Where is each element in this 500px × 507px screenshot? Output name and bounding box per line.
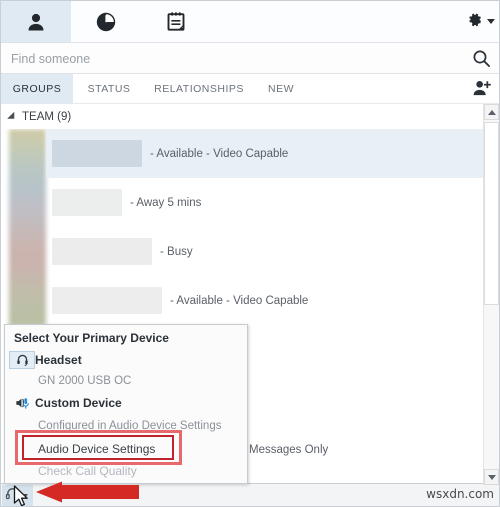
toolbar-contacts-button[interactable] bbox=[1, 1, 71, 42]
expand-triangle-icon bbox=[7, 111, 18, 122]
contact-list-item[interactable]: - Available - Video Capable bbox=[46, 129, 485, 178]
menu-item-headset[interactable]: Headset bbox=[5, 350, 247, 369]
headset-icon bbox=[9, 350, 35, 369]
search-input[interactable] bbox=[9, 43, 453, 75]
clock-icon bbox=[95, 11, 117, 33]
tab-status[interactable]: STATUS bbox=[73, 74, 145, 103]
tab-bar: GROUPS STATUS RELATIONSHIPS NEW bbox=[1, 74, 499, 104]
contact-status-partial: Messages Only bbox=[249, 444, 329, 456]
contact-status: - Away 5 mins bbox=[130, 196, 202, 209]
scroll-down-button[interactable] bbox=[484, 469, 499, 485]
speaker-mic-icon bbox=[9, 396, 35, 410]
device-model-label: GN 2000 USB OC bbox=[38, 374, 132, 387]
menu-item-custom-device[interactable]: Custom Device bbox=[5, 393, 247, 412]
settings-button[interactable] bbox=[466, 1, 495, 42]
chevron-down-icon bbox=[487, 474, 496, 480]
toolbar-notes-button[interactable] bbox=[141, 1, 211, 42]
menu-item-label: Headset bbox=[35, 352, 82, 367]
group-header-team[interactable]: TEAM (9) bbox=[1, 104, 485, 129]
menu-item-label: Check Call Quality bbox=[38, 463, 137, 478]
contact-list-item[interactable]: - Busy bbox=[46, 227, 485, 276]
annotation-highlight-box bbox=[22, 435, 174, 460]
tab-groups[interactable]: GROUPS bbox=[1, 74, 73, 103]
contact-list-scrollbar[interactable] bbox=[483, 104, 499, 485]
contact-status: - Busy bbox=[160, 245, 193, 258]
tab-new[interactable]: NEW bbox=[253, 74, 309, 103]
annotation-arrow bbox=[33, 481, 141, 506]
tab-relationships[interactable]: RELATIONSHIPS bbox=[145, 74, 253, 103]
contact-status: - Available - Video Capable bbox=[170, 294, 309, 307]
top-toolbar bbox=[1, 1, 499, 43]
search-bar bbox=[1, 43, 499, 75]
chevron-down-icon bbox=[487, 19, 495, 24]
avatar-strip bbox=[9, 129, 46, 326]
search-icon[interactable] bbox=[472, 49, 491, 73]
contact-name-redacted bbox=[52, 189, 122, 216]
toolbar-recent-button[interactable] bbox=[71, 1, 141, 42]
chevron-up-icon bbox=[487, 109, 496, 115]
contact-name-redacted bbox=[52, 287, 162, 314]
notepad-icon bbox=[165, 11, 187, 33]
contacts-icon bbox=[25, 11, 47, 33]
contact-list-item[interactable]: - Available - Video Capable bbox=[46, 276, 485, 325]
popup-title: Select Your Primary Device bbox=[14, 331, 169, 345]
menu-item-device-model: GN 2000 USB OC bbox=[5, 371, 247, 390]
contact-name-redacted bbox=[52, 238, 152, 265]
contact-list: - Available - Video Capable - Away 5 min… bbox=[1, 129, 485, 326]
skype-for-business-window: GROUPS STATUS RELATIONSHIPS NEW TEAM (9)… bbox=[0, 0, 500, 507]
scroll-up-button[interactable] bbox=[484, 104, 499, 120]
menu-item-label: Custom Device bbox=[35, 395, 122, 410]
add-contact-icon[interactable] bbox=[472, 79, 493, 103]
contact-name-redacted bbox=[52, 140, 142, 167]
scroll-thumb[interactable] bbox=[484, 122, 499, 305]
contact-status: - Available - Video Capable bbox=[150, 147, 289, 160]
contact-list-item[interactable]: - Away 5 mins bbox=[46, 178, 485, 227]
gear-icon bbox=[466, 11, 483, 33]
site-watermark: wsxdn.com bbox=[426, 487, 494, 501]
mouse-cursor bbox=[13, 485, 30, 506]
group-label: TEAM (9) bbox=[22, 110, 72, 123]
